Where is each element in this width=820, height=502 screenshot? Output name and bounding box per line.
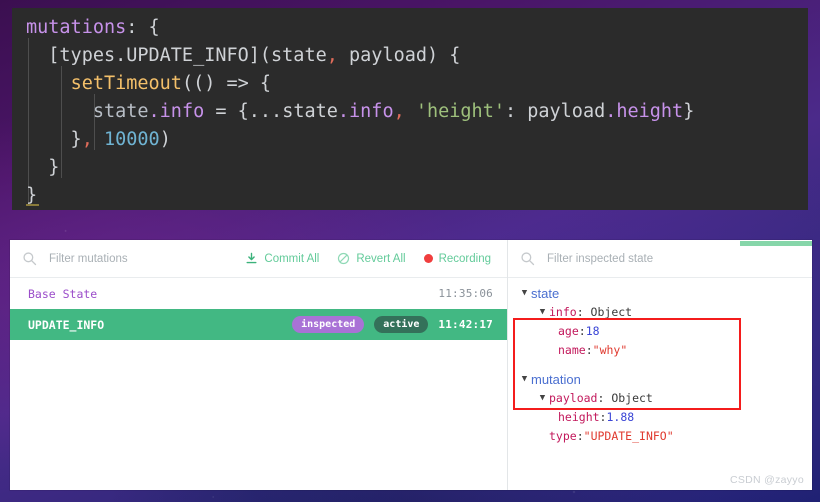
- code-token: payload) {: [337, 45, 461, 66]
- revert-icon: [337, 252, 350, 265]
- chevron-down-icon[interactable]: ▼: [518, 284, 531, 303]
- mutations-list: Base State 11:35:06 UPDATE_INFO inspected ac…: [10, 278, 507, 490]
- source-code[interactable]: mutations: { [types.UPDATE_INFO](state, …: [12, 8, 808, 210]
- code-token: ,: [393, 101, 405, 122]
- mutations-toolbar: Commit All Revert All Recording: [10, 240, 507, 278]
- filter-inspected-state-input[interactable]: [535, 252, 806, 265]
- tree-type: : Object: [597, 391, 653, 405]
- tree-node-payload[interactable]: ▼ payload: Object: [508, 389, 812, 408]
- code-line: }: [26, 182, 808, 210]
- tree-node-type[interactable]: type: "UPDATE_INFO": [508, 427, 812, 446]
- code-token: ,: [81, 129, 93, 150]
- cursor-underline: [26, 204, 39, 206]
- commit-all-label: Commit All: [264, 252, 320, 265]
- code-token: mutations: [26, 17, 127, 38]
- filter-mutations-input[interactable]: [37, 252, 246, 265]
- tree-colon: :: [599, 410, 607, 424]
- search-icon: [520, 251, 535, 266]
- download-icon: [245, 252, 258, 265]
- recording-label: Recording: [438, 252, 491, 265]
- code-token: .info: [148, 101, 205, 122]
- status-badge-inspected: inspected: [292, 316, 365, 333]
- tree-key: payload: [549, 391, 598, 405]
- tree-prop-height[interactable]: height: 1.88: [508, 408, 812, 427]
- tree-colon: :: [576, 429, 584, 443]
- tree-colon: :: [578, 324, 586, 338]
- tree-root-mutation[interactable]: ▼ mutation: [508, 370, 812, 389]
- mutation-timestamp: 11:42:17: [438, 318, 493, 331]
- revert-all-button[interactable]: Revert All: [337, 252, 406, 265]
- code-token: 10000: [103, 129, 160, 150]
- code-token: ): [159, 129, 171, 150]
- code-token: : {: [126, 17, 160, 38]
- tree-root-label: state: [531, 286, 560, 301]
- tree-root-label: mutation: [531, 372, 581, 387]
- tree-prop-name[interactable]: name: "why": [508, 341, 812, 360]
- tree-node-info[interactable]: ▼ info: Object: [508, 303, 812, 322]
- tree-key: height: [558, 410, 600, 424]
- mutations-actions: Commit All Revert All Recording: [245, 252, 501, 265]
- code-line: setTimeout(() => {: [26, 70, 808, 98]
- tree-value: "UPDATE_INFO": [583, 429, 674, 443]
- mutations-pane: Commit All Revert All Recording Base Sta…: [10, 240, 508, 490]
- code-line: }: [26, 154, 808, 182]
- code-line: }, 10000): [26, 126, 808, 154]
- tree-value: "why": [592, 343, 628, 357]
- tree-key: age: [558, 324, 579, 338]
- recording-toggle[interactable]: Recording: [423, 252, 491, 265]
- search-icon: [22, 251, 37, 266]
- code-line: [types.UPDATE_INFO](state, payload) {: [26, 42, 808, 70]
- watermark: CSDN @zayyo: [729, 474, 804, 486]
- code-token: 'height': [404, 101, 505, 122]
- tree-key: type: [549, 429, 577, 443]
- code-line: mutations: {: [26, 14, 808, 42]
- tree-prop-age[interactable]: age: 18: [508, 322, 812, 341]
- tree-type: : Object: [576, 305, 633, 319]
- code-token: }: [683, 101, 695, 122]
- status-badge-active: active: [374, 316, 429, 333]
- record-dot-icon: [423, 254, 433, 263]
- tree-colon: :: [585, 343, 593, 357]
- mutation-name: UPDATE_INFO: [28, 317, 105, 332]
- inspector-pane: ▼state▼info: Objectage: 18name: "why"▼mu…: [508, 240, 812, 490]
- code-token: .height: [605, 101, 684, 122]
- chevron-down-icon[interactable]: ▼: [518, 370, 531, 389]
- chevron-down-icon[interactable]: ▼: [536, 303, 549, 322]
- tree-key: info: [549, 305, 577, 319]
- tree-key: name: [558, 343, 586, 357]
- chevron-down-icon[interactable]: ▼: [536, 389, 549, 408]
- code-token: state: [26, 101, 149, 122]
- mutation-row[interactable]: UPDATE_INFO inspected active 11:42:17: [10, 309, 507, 340]
- code-token: }: [26, 185, 38, 206]
- code-token: }: [26, 157, 60, 178]
- mutation-timestamp: 11:35:06: [438, 287, 493, 300]
- tree-section-gap: [508, 360, 812, 370]
- tree-value: 18: [585, 324, 600, 338]
- code-token: [types.UPDATE_INFO](state: [26, 45, 327, 66]
- vue-devtools-panel: Commit All Revert All Recording Base Sta…: [10, 240, 812, 490]
- inspected-state-tree: ▼ state ▼ info: Object age: 18 name: "why" ▼ mu…: [508, 278, 812, 490]
- code-token: setTimeout: [70, 73, 182, 94]
- tree-root-state[interactable]: ▼ state: [508, 284, 812, 303]
- code-token: = {...state: [204, 101, 338, 122]
- tree-value: 1.88: [606, 410, 635, 424]
- code-token: ,: [326, 45, 338, 66]
- revert-all-label: Revert All: [356, 252, 406, 265]
- mutation-name: Base State: [28, 286, 98, 301]
- code-editor-window: mutations: { [types.UPDATE_INFO](state, …: [12, 8, 808, 210]
- active-tab-indicator: [740, 241, 812, 246]
- commit-all-button[interactable]: Commit All: [245, 252, 319, 265]
- code-token: : payload: [504, 101, 606, 122]
- mutation-row[interactable]: Base State 11:35:06: [10, 278, 507, 309]
- code-token: .info: [337, 101, 394, 122]
- code-token: (() => {: [181, 73, 272, 94]
- code-line: state.info = {...state.info, 'height': p…: [26, 98, 808, 126]
- code-token: }: [26, 129, 82, 150]
